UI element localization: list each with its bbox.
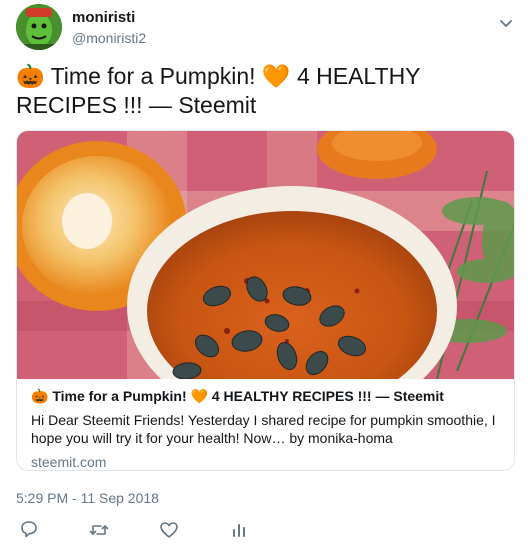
chevron-down-icon[interactable] xyxy=(498,15,514,31)
card-description: Hi Dear Steemit Friends! Yesterday I sha… xyxy=(31,412,496,446)
reply-icon[interactable] xyxy=(18,519,40,541)
analytics-icon[interactable] xyxy=(228,519,250,541)
avatar[interactable] xyxy=(16,4,62,50)
heart-icon[interactable] xyxy=(158,519,180,541)
user-handle[interactable]: @moniristi2 xyxy=(72,30,146,46)
link-card[interactable]: 🎃 Time for a Pumpkin! 🧡 4 HEALTHY RECIPE… xyxy=(16,130,515,471)
retweet-icon[interactable] xyxy=(88,519,110,541)
tweet-text: 🎃 Time for a Pumpkin! 🧡 4 HEALTHY RECIPE… xyxy=(16,63,421,118)
card-domain: steemit.com xyxy=(31,454,107,470)
display-name[interactable]: moniristi xyxy=(72,9,135,26)
tweet-timestamp[interactable]: 5:29 PM - 11 Sep 2018 xyxy=(16,490,159,506)
card-image xyxy=(17,131,514,379)
card-title: 🎃 Time for a Pumpkin! 🧡 4 HEALTHY RECIPE… xyxy=(31,388,444,404)
action-bar xyxy=(0,515,528,545)
avatar-image xyxy=(16,4,62,50)
